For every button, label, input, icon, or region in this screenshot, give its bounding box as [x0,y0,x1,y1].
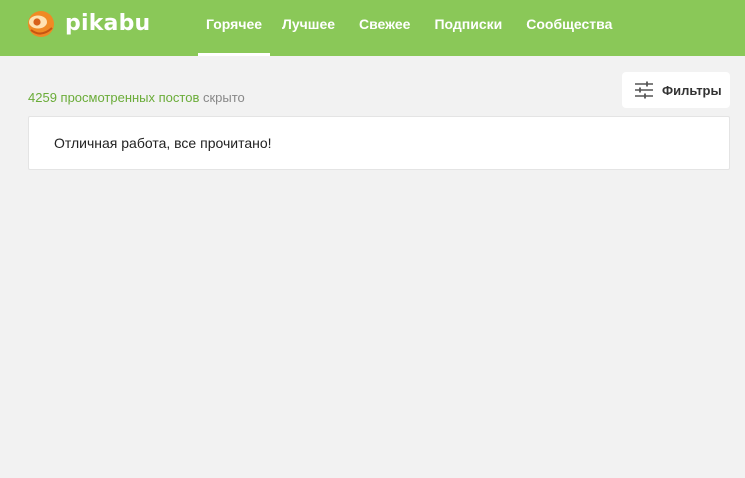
nav-best[interactable]: Лучшее [270,0,347,56]
feed-toolbar: 4259 просмотренных постов скрыто Фильтры [28,72,730,108]
empty-feed-card: Отличная работа, все прочитано! [28,116,730,170]
sliders-icon [635,81,653,99]
hidden-label: скрыто [199,90,245,105]
nav-fresh[interactable]: Свежее [347,0,422,56]
filters-button[interactable]: Фильтры [622,72,730,108]
pikabu-logo-icon [28,11,54,37]
logo-text: pikabu [65,11,151,36]
nav-communities[interactable]: Сообщества [514,0,624,56]
nav-subscriptions[interactable]: Подписки [422,0,514,56]
main-nav: Горячее Лучшее Свежее Подписки Сообществ… [198,0,624,56]
nav-hot[interactable]: Горячее [198,0,271,56]
viewed-posts-status: 4259 просмотренных постов скрыто [28,90,245,105]
filters-label: Фильтры [662,82,722,98]
empty-feed-message: Отличная работа, все прочитано! [54,135,272,151]
top-header: pikabu Горячее Лучшее Свежее Подписки Со… [0,0,745,56]
viewed-posts-link[interactable]: 4259 просмотренных постов [28,90,199,105]
pikabu-logo[interactable]: pikabu [27,10,150,38]
